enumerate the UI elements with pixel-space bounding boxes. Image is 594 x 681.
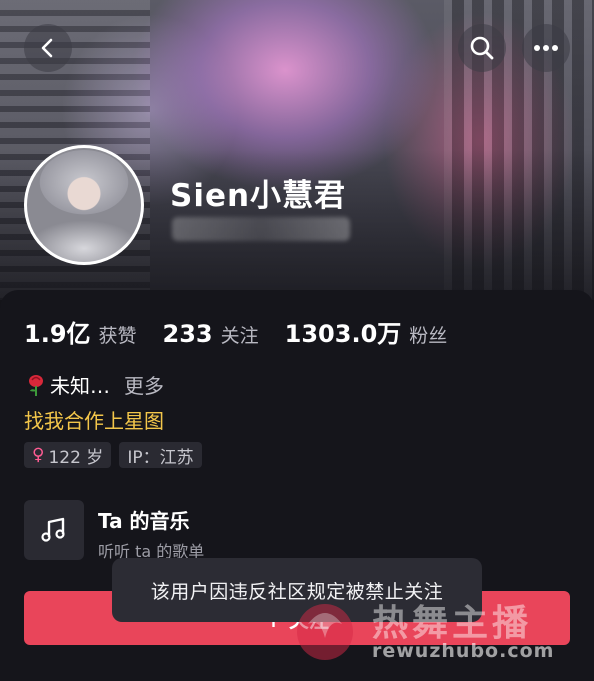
chevron-left-icon bbox=[41, 38, 53, 58]
search-icon bbox=[470, 36, 494, 60]
watermark-logo-icon bbox=[297, 604, 353, 660]
age-text: 122 岁 bbox=[48, 447, 104, 468]
music-note-icon bbox=[41, 517, 65, 542]
avatar[interactable] bbox=[24, 145, 144, 265]
bio-more-link[interactable]: 更多 bbox=[124, 370, 164, 399]
more-horizontal-icon bbox=[534, 45, 558, 51]
blurred-user-id bbox=[172, 217, 350, 241]
back-button[interactable] bbox=[24, 24, 72, 72]
stat-label: 关注 bbox=[220, 325, 259, 347]
music-title[interactable]: Ta 的音乐 bbox=[98, 505, 190, 534]
search-button[interactable] bbox=[458, 24, 506, 72]
stats-row: 1.9亿 获赞 233 关注 1303.0万 粉丝 bbox=[24, 314, 473, 349]
stat-value: 1303.0万 bbox=[284, 320, 402, 348]
age-tag: ♀ 122 岁 bbox=[24, 442, 112, 468]
watermark-url: rewuzhubo.com bbox=[372, 640, 555, 662]
music-entry-tile[interactable] bbox=[24, 500, 84, 560]
stat-value: 233 bbox=[162, 320, 213, 348]
ip-text: IP：江苏 bbox=[127, 447, 194, 468]
bio-text: 未知… bbox=[50, 374, 110, 398]
profile-tags: ♀ 122 岁 IP：江苏 bbox=[24, 442, 210, 468]
stat-value: 1.9亿 bbox=[24, 320, 91, 348]
rose-icon bbox=[29, 374, 43, 396]
watermark-title: 热舞主播 bbox=[372, 603, 533, 644]
username: Sien小慧君 bbox=[170, 178, 347, 214]
stat-likes[interactable]: 1.9亿 获赞 bbox=[24, 314, 137, 349]
avatar-image bbox=[27, 148, 141, 262]
cooperate-link[interactable]: 找我合作上星图 bbox=[24, 405, 164, 434]
stat-following[interactable]: 233 关注 bbox=[163, 320, 259, 348]
stat-label: 获赞 bbox=[98, 325, 137, 347]
stat-followers[interactable]: 1303.0万 粉丝 bbox=[285, 314, 448, 349]
ip-tag: IP：江苏 bbox=[119, 442, 202, 468]
female-icon: ♀ bbox=[32, 445, 45, 465]
stat-label: 粉丝 bbox=[409, 325, 448, 347]
more-button[interactable] bbox=[522, 24, 570, 72]
bio-line: 未知… 更多 bbox=[24, 370, 164, 399]
